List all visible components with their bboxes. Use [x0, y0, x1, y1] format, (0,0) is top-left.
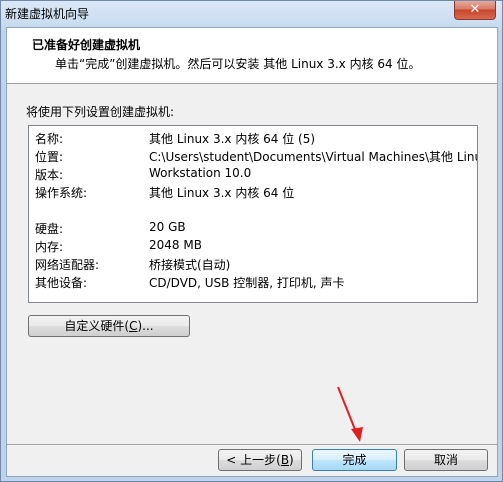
back-label-post: ) — [289, 453, 294, 467]
summary-value: C:\Users\student\Documents\Virtual Machi… — [149, 150, 478, 164]
wizard-window: 新建虚拟机向导 ✕ 已准备好创建虚拟机 单击“完成”创建虚拟机。然后可以安装 其… — [0, 0, 503, 482]
summary-key: 操作系统: — [35, 186, 88, 200]
window-title: 新建虚拟机向导 — [5, 7, 90, 21]
customize-label-pre: 自定义硬件( — [64, 319, 130, 333]
summary-row-location: 位置: C:\Users\student\Documents\Virtual M… — [29, 148, 477, 166]
summary-key: 版本: — [35, 168, 64, 182]
page-title: 已准备好创建虚拟机 — [32, 38, 141, 52]
back-button[interactable]: < 上一步(B) — [218, 449, 302, 471]
summary-value: 2048 MB — [149, 238, 202, 252]
settings-summary-box[interactable]: 名称: 其他 Linux 3.x 内核 64 位 (5) 位置: C:\User… — [28, 125, 478, 303]
customize-hardware-button[interactable]: 自定义硬件(C)... — [28, 315, 190, 337]
summary-key: 位置: — [35, 150, 64, 164]
summary-value: 其他 Linux 3.x 内核 64 位 (5) — [149, 132, 316, 146]
summary-key: 内存: — [35, 240, 64, 254]
summary-key: 其他设备: — [35, 276, 88, 290]
close-icon[interactable]: ✕ — [454, 1, 496, 20]
summary-row-devices: 其他设备: CD/DVD, USB 控制器, 打印机, 声卡 — [29, 274, 477, 292]
finish-button[interactable]: 完成 — [312, 449, 397, 471]
page-subtitle: 单击“完成”创建虚拟机。然后可以安装 其他 Linux 3.x 内核 64 位。 — [55, 57, 421, 71]
cancel-button[interactable]: 取消 — [404, 449, 488, 471]
summary-value: CD/DVD, USB 控制器, 打印机, 声卡 — [149, 276, 345, 290]
wizard-header: 已准备好创建虚拟机 单击“完成”创建虚拟机。然后可以安装 其他 Linux 3.… — [7, 28, 497, 84]
back-accesskey: B — [280, 453, 290, 467]
summary-value: 其他 Linux 3.x 内核 64 位 — [149, 186, 295, 200]
summary-row-version: 版本: Workstation 10.0 — [29, 166, 477, 184]
summary-value: 20 GB — [149, 220, 186, 234]
summary-value: 桥接模式(自动) — [149, 258, 231, 272]
summary-row-disk: 硬盘: 20 GB — [29, 220, 477, 238]
summary-intro-label: 将使用下列设置创建虚拟机: — [26, 105, 175, 119]
summary-row-memory: 内存: 2048 MB — [29, 238, 477, 256]
summary-row-network: 网络适配器: 桥接模式(自动) — [29, 256, 477, 274]
wizard-body: 已准备好创建虚拟机 单击“完成”创建虚拟机。然后可以安装 其他 Linux 3.… — [6, 27, 498, 477]
summary-key: 名称: — [35, 132, 64, 146]
back-label-pre: < 上一步( — [226, 453, 281, 467]
summary-key: 网络适配器: — [35, 258, 100, 272]
customize-label-post: )... — [137, 319, 154, 333]
title-bar[interactable]: 新建虚拟机向导 ✕ — [1, 1, 502, 27]
summary-row-name: 名称: 其他 Linux 3.x 内核 64 位 (5) — [29, 130, 477, 148]
summary-key: 硬盘: — [35, 222, 64, 236]
summary-row-os: 操作系统: 其他 Linux 3.x 内核 64 位 — [29, 184, 477, 202]
summary-value: Workstation 10.0 — [149, 166, 252, 180]
